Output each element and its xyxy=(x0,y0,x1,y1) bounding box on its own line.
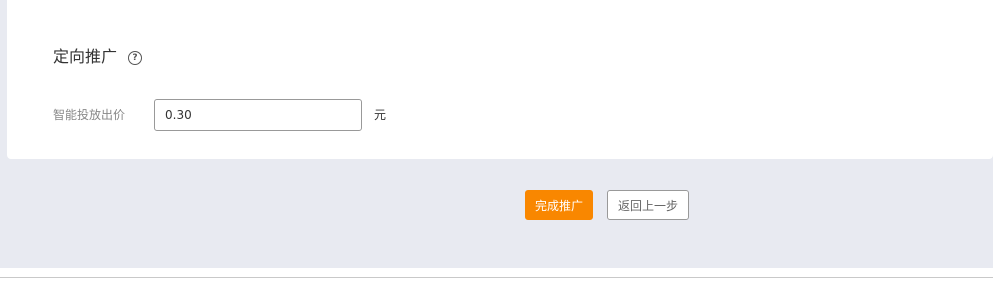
bottom-strip xyxy=(0,268,993,299)
section-title: 定向推广 xyxy=(53,47,118,66)
question-circle-icon[interactable]: ? xyxy=(128,51,142,65)
back-button[interactable]: 返回上一步 xyxy=(607,190,689,220)
bid-input[interactable] xyxy=(154,99,362,131)
complete-promotion-button[interactable]: 完成推广 xyxy=(525,190,593,220)
bottom-divider xyxy=(0,277,993,278)
bid-unit: 元 xyxy=(374,108,387,122)
bid-label: 智能投放出价 xyxy=(53,108,126,122)
settings-card: 定向推广 ? 智能投放出价 元 xyxy=(7,0,993,159)
